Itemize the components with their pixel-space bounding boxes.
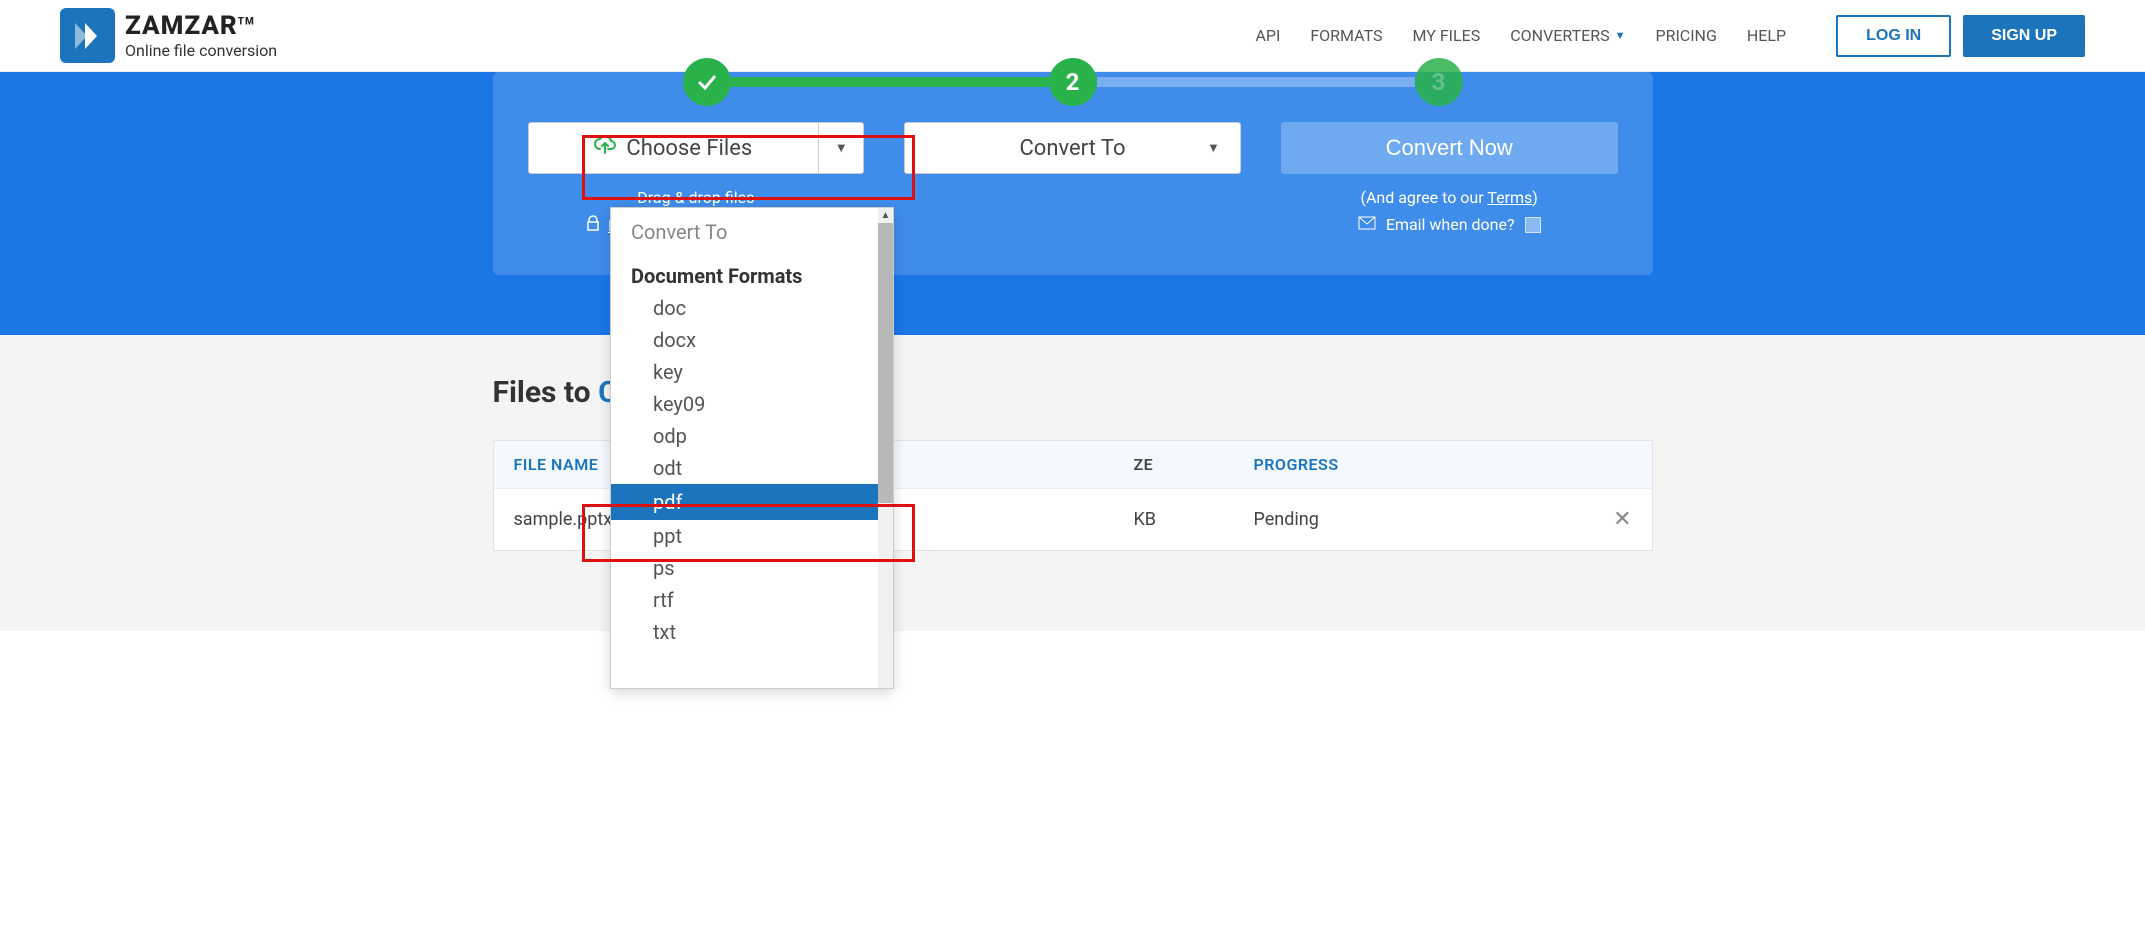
caret-down-icon: ▼ (1615, 29, 1626, 42)
lock-icon (586, 215, 600, 235)
email-when-done-checkbox[interactable] (1525, 217, 1541, 233)
main-nav: API FORMATS MY FILES CONVERTERS▼ PRICING… (1255, 15, 2085, 57)
format-option-rtf[interactable]: rtf (611, 584, 893, 616)
format-option-ppt[interactable]: ppt (611, 520, 893, 552)
convert-to-dropdown[interactable]: ▲ Convert To Document Formats doc docx k… (610, 207, 894, 689)
nav-api[interactable]: API (1255, 26, 1280, 45)
step-1-done-icon (683, 58, 731, 106)
drag-drop-hint: Drag & drop files (637, 188, 754, 207)
login-button[interactable]: LOG IN (1836, 15, 1951, 57)
file-size-cell: KB (1134, 509, 1254, 530)
col-size-partial: ZE (1134, 455, 1254, 474)
signup-button[interactable]: SIGN UP (1963, 15, 2085, 57)
logo-icon (60, 8, 115, 63)
format-option-odt[interactable]: odt (611, 452, 893, 484)
terms-agree-text: (And agree to our Terms) (1360, 188, 1537, 207)
caret-down-icon: ▼ (1207, 140, 1220, 156)
nav-converters[interactable]: CONVERTERS▼ (1510, 26, 1625, 45)
upload-icon (594, 136, 616, 160)
convert-to-label: Convert To (1019, 136, 1125, 161)
format-option-odp[interactable]: odp (611, 420, 893, 452)
format-option-key[interactable]: key (611, 356, 893, 388)
format-option-pdf[interactable]: pdf (611, 484, 893, 520)
convert-now-button[interactable]: Convert Now (1281, 122, 1618, 174)
email-when-done-label: Email when done? (1386, 215, 1515, 234)
dropdown-placeholder: Convert To (611, 208, 893, 256)
file-progress-cell: Pending (1254, 509, 1592, 530)
steps-bar: 2 3 (683, 58, 1463, 106)
step-3-badge: 3 (1415, 58, 1463, 106)
format-option-doc[interactable]: doc (611, 292, 893, 324)
files-to-convert-section: Files to Convert FILE NAME ZE PROGRESS s… (0, 335, 2145, 631)
email-icon (1358, 215, 1376, 234)
col-progress: PROGRESS (1254, 455, 1592, 474)
format-option-txt[interactable]: txt (611, 616, 893, 648)
choose-files-label: Choose Files (626, 136, 752, 161)
format-option-key09[interactable]: key09 (611, 388, 893, 420)
logo-area[interactable]: ZAMZARTM Online file conversion (60, 8, 277, 63)
remove-file-button[interactable]: ✕ (1613, 507, 1631, 532)
step-2-badge: 2 (1049, 58, 1097, 106)
brand-name: ZAMZARTM (125, 11, 277, 41)
conversion-panel: 2 3 Choose Files ▼ Drag & drop files (0, 72, 2145, 335)
terms-link[interactable]: Terms (1487, 188, 1532, 207)
nav-myfiles[interactable]: MY FILES (1413, 26, 1481, 45)
format-option-docx[interactable]: docx (611, 324, 893, 356)
choose-files-caret[interactable]: ▼ (818, 123, 863, 173)
choose-files-button[interactable]: Choose Files ▼ (528, 122, 865, 174)
dropdown-group-heading: Document Formats (611, 256, 893, 292)
brand-tagline: Online file conversion (125, 41, 277, 60)
scroll-up-arrow-icon[interactable]: ▲ (878, 208, 893, 223)
nav-help[interactable]: HELP (1747, 26, 1786, 45)
scrollbar-thumb[interactable] (878, 223, 893, 503)
format-option-ps[interactable]: ps (611, 552, 893, 584)
nav-pricing[interactable]: PRICING (1655, 26, 1716, 45)
convert-to-dropdown-button[interactable]: Convert To ▼ (904, 122, 1241, 174)
nav-formats[interactable]: FORMATS (1310, 26, 1382, 45)
